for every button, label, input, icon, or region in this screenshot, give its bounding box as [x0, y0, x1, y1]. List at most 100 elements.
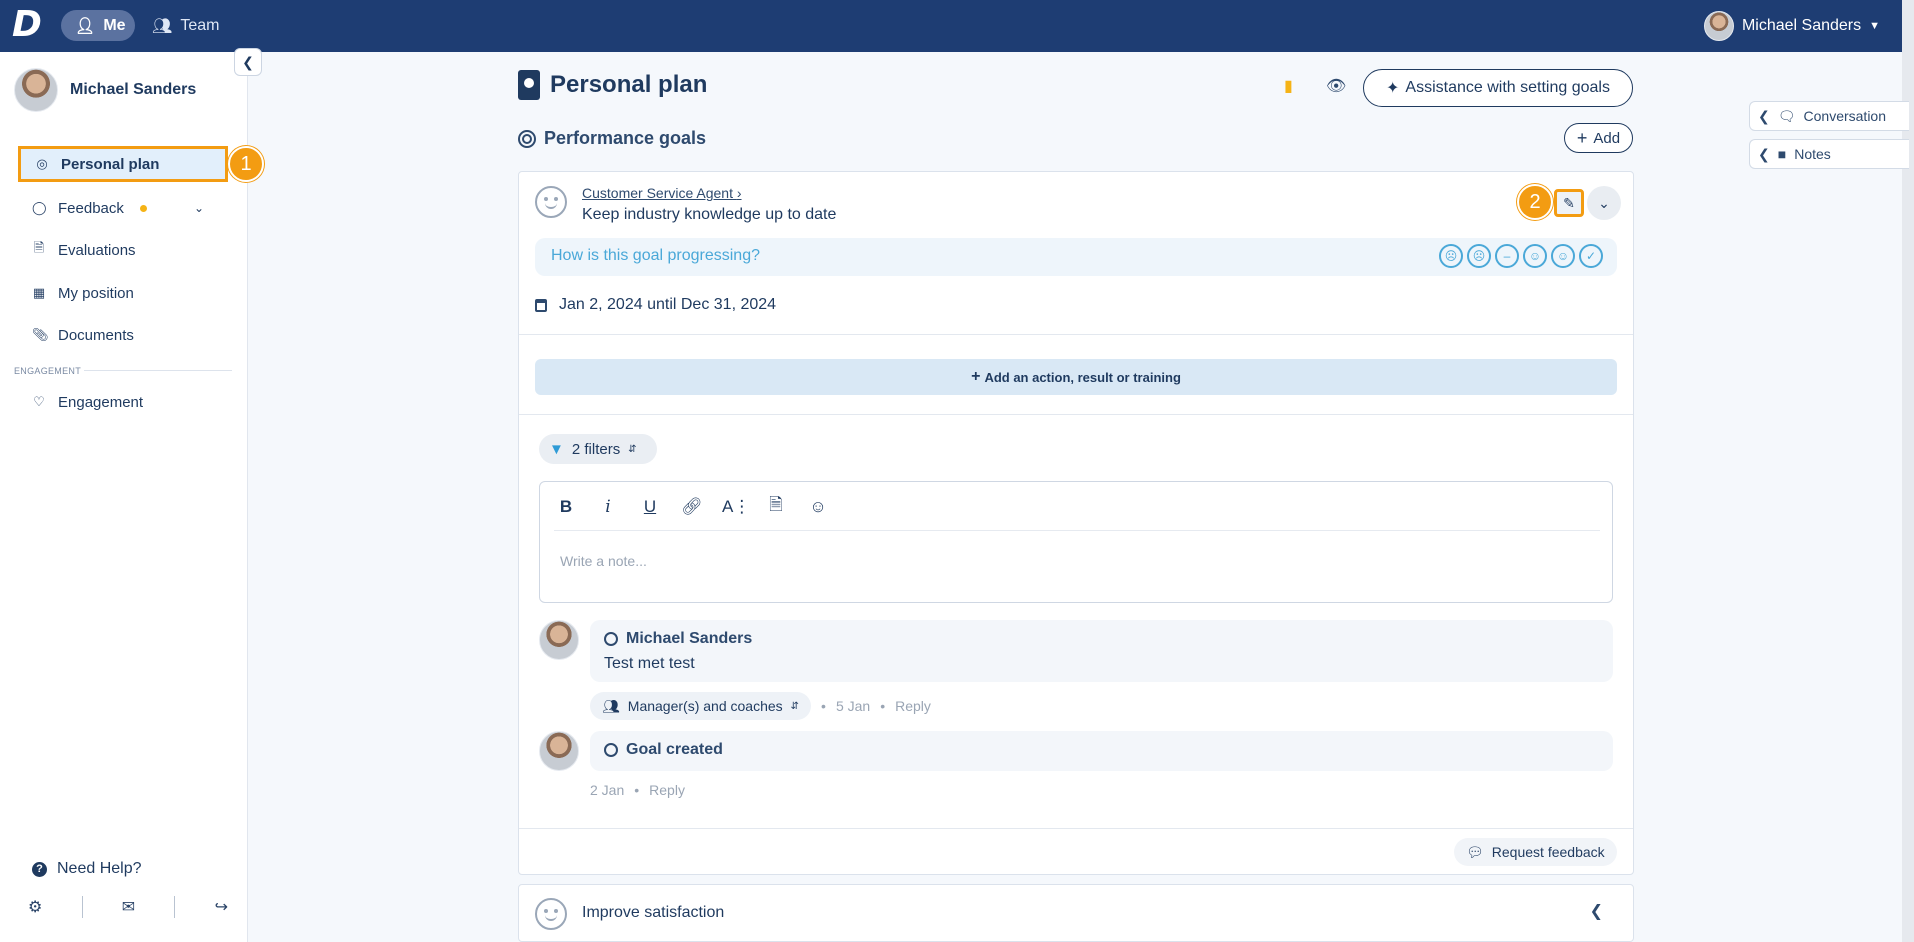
chevron-left-icon[interactable]: ❮ [1590, 901, 1603, 921]
callout-badge-1: 1 [228, 146, 264, 182]
goal-card[interactable]: Improve satisfaction ❮ [518, 884, 1634, 942]
comment-icon: ◯ [32, 200, 47, 215]
id-card-icon: ▦ [32, 285, 46, 300]
reply-link[interactable]: Reply [649, 782, 685, 798]
add-action-button[interactable]: + Add an action, result or training [535, 359, 1617, 395]
note-header: Goal created [604, 741, 723, 759]
italic-icon[interactable]: i [596, 497, 620, 517]
underline-icon[interactable]: U [638, 497, 662, 517]
add-goal-button[interactable]: + Add [1564, 123, 1633, 153]
sidebar-user[interactable]: Michael Sanders [14, 68, 196, 112]
emoji-icon[interactable]: ☺ [806, 497, 830, 517]
note-author: Michael Sanders [626, 630, 753, 647]
eye-icon[interactable]: 👁︎ [1326, 76, 1346, 96]
sort-icon: ⇵ [790, 700, 800, 712]
notes-tab[interactable]: ❮ ■ Notes [1749, 139, 1909, 169]
request-feedback-label: Request feedback [1491, 844, 1605, 860]
comments-icon: 🗨︎ [1777, 107, 1796, 124]
nav-team-button[interactable]: 👥︎ Team [138, 10, 238, 41]
edit-goal-button[interactable]: ✎ [1554, 189, 1584, 217]
sidebar-item-feedback[interactable]: ◯ Feedback ⌄ [18, 190, 228, 226]
conversation-tab[interactable]: ❮ 🗨︎ Conversation [1749, 101, 1909, 131]
smile-face-icon[interactable]: ☺ [1523, 244, 1547, 268]
avatar [539, 620, 579, 660]
smiley-icon [535, 186, 567, 218]
need-help-label: Need Help? [57, 860, 142, 877]
chevron-left-icon: ❮ [1758, 145, 1770, 162]
goal-card: Customer Service Agent › Keep industry k… [518, 171, 1634, 875]
chevron-down-icon[interactable]: ⌄ [194, 201, 204, 215]
document-icon: 🗎︎ [33, 240, 45, 255]
sidebar-item-personal-plan[interactable]: ◎ Personal plan [18, 146, 228, 182]
sidebar-item-label: My position [58, 284, 134, 302]
add-label: Add [1593, 129, 1621, 147]
sidebar-item-engagement[interactable]: ♡ Engagement [18, 384, 228, 420]
check-circle-icon[interactable]: ✓ [1579, 244, 1603, 268]
note-header: Michael Sanders [604, 630, 752, 648]
assistance-setting-goals-button[interactable]: ✦ Assistance with setting goals [1363, 69, 1633, 107]
nav-me-button[interactable]: 👤︎ Me [61, 10, 135, 41]
note-editor: B i U 🔗︎ A⋮ 🗎︎ ☺ Write a note... [539, 481, 1613, 603]
sidebar-item-documents[interactable]: 📎︎ Documents [18, 317, 228, 353]
sidebar-user-name: Michael Sanders [70, 81, 197, 98]
neutral-face-icon[interactable]: – [1495, 244, 1519, 268]
calendar-icon [535, 298, 547, 312]
request-feedback-button[interactable]: 💬︎ Request feedback [1454, 838, 1617, 866]
bullet: • [821, 698, 826, 714]
performance-goals-heading: Performance goals [518, 128, 706, 149]
user-menu[interactable]: Michael Sanders ▼ [1703, 10, 1880, 41]
note-input[interactable]: Write a note... [560, 553, 647, 569]
divider [84, 370, 232, 371]
caret-down-icon: ▼ [1869, 19, 1880, 32]
expand-goal-button[interactable]: ⌄ [1587, 186, 1621, 220]
goal-name: Keep industry knowledge up to date [582, 206, 837, 223]
date-range-text: Jan 2, 2024 until Dec 31, 2024 [559, 296, 777, 313]
comment-icon: 💬︎ [1466, 843, 1484, 860]
notes-tab-label: Notes [1794, 146, 1831, 162]
logout-icon[interactable]: ↪ [215, 897, 228, 917]
sidebar-section-label: ENGAGEMENT [14, 366, 82, 376]
add-action-label: Add an action, result or training [984, 369, 1181, 385]
note-meta: 2 Jan • Reply [590, 782, 685, 798]
notification-dot [139, 204, 147, 212]
bullet: • [634, 782, 640, 798]
very-sad-face-icon[interactable]: ☹ [1439, 244, 1463, 268]
filters-dropdown[interactable]: ▼ 2 filters ⇵ [539, 434, 657, 464]
mood-rating: ☹ ☹ – ☺ ☺ ✓ [1439, 244, 1603, 268]
editor-toolbar: B i U 🔗︎ A⋮ 🗎︎ ☺ [554, 492, 830, 521]
note-date: 2 Jan [590, 782, 625, 798]
need-help-link[interactable]: ? Need Help? [32, 860, 142, 878]
filters-label: 2 filters [571, 440, 621, 458]
mail-icon[interactable]: ✉ [122, 897, 135, 917]
bold-icon[interactable]: B [554, 497, 578, 517]
collapse-sidebar-button[interactable]: ❮ [234, 48, 262, 76]
text-size-icon[interactable]: A⋮ [722, 497, 750, 517]
plus-icon: + [1576, 127, 1588, 148]
divider [174, 896, 176, 918]
sidebar-item-evaluations[interactable]: 🗎︎ Evaluations [18, 232, 228, 268]
personal-plan-icon [518, 70, 540, 100]
sidebar-item-my-position[interactable]: ▦ My position [18, 275, 228, 311]
user-settings-icon[interactable]: ⚙ [28, 897, 42, 917]
progress-question: How is this goal progressing? [551, 247, 760, 264]
file-icon[interactable]: 🗎︎ [764, 492, 788, 521]
happy-face-icon[interactable]: ☺ [1551, 244, 1575, 268]
sad-face-icon[interactable]: ☹ [1467, 244, 1491, 268]
smiley-icon [535, 898, 567, 930]
goal-progress-bar: How is this goal progressing? ☹ ☹ – ☺ ☺ … [535, 238, 1617, 276]
nav-team-label: Team [180, 16, 220, 34]
at-icon [604, 632, 618, 646]
app-logo[interactable]: D [12, 7, 46, 43]
goal-role-link[interactable]: Customer Service Agent › [582, 185, 742, 201]
export-file-icon[interactable]: ▮ [1284, 76, 1293, 96]
nav-me-label: Me [103, 16, 126, 34]
sticky-note-icon: ■ [1777, 146, 1787, 162]
note-meta: 👥︎ Manager(s) and coaches ⇵ • 5 Jan • Re… [590, 692, 931, 720]
note-date: 5 Jan [835, 698, 871, 714]
link-icon[interactable]: 🔗︎ [680, 497, 704, 517]
reply-link[interactable]: Reply [895, 698, 931, 714]
avatar [14, 68, 58, 112]
visibility-dropdown[interactable]: 👥︎ Manager(s) and coaches ⇵ [590, 692, 812, 720]
paperclip-icon: 📎︎ [32, 327, 49, 342]
note-item: Michael Sanders Test met test [590, 620, 1613, 682]
